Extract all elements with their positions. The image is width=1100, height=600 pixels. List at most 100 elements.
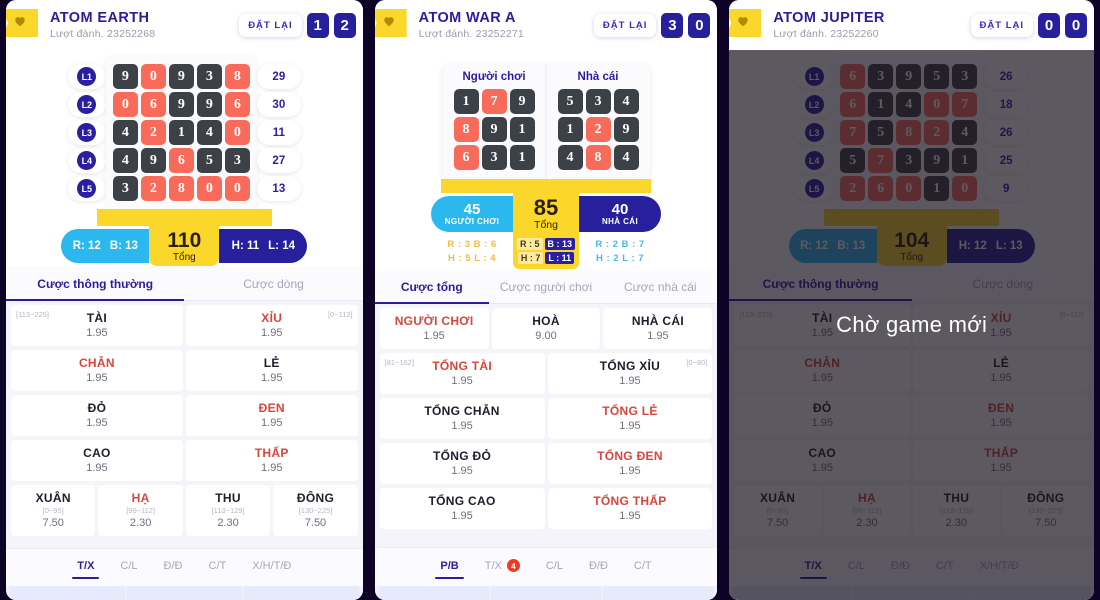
bet-option[interactable]: THU[113~129] 2.30 [185,485,271,536]
bet-option[interactable]: TỔNG CHẴN 1.95 [379,398,545,439]
tab-2[interactable]: Cược người chơi [489,269,603,303]
bet-option[interactable]: ĐEN 1.95 [185,395,358,436]
bet-odds: 1.95 [647,330,669,342]
reset-bet-button[interactable]: ĐẶT LẠI [970,13,1033,37]
grand-total-value: 110 [167,228,202,252]
bet-odds: 7.50 [304,517,327,529]
bet-name: TỔNG XỈU [599,359,661,373]
grid-cell: 7 [481,89,507,114]
bet-option[interactable]: TỔNG THẤP 1.95 [547,488,713,529]
reset-bet-button[interactable]: ĐẶT LẠI [593,13,657,37]
grid-cell: 9 [168,64,194,89]
tab-3[interactable]: Cược nhà cái [603,269,717,303]
reset-bet-button[interactable]: ĐẶT LẠI [239,13,302,37]
bet-option[interactable]: [113~225]TÀI1.95 [11,305,183,346]
bet-name: ĐEN [258,401,285,415]
tab-1[interactable]: Cược thông thường [6,266,185,301]
bet-option[interactable]: HOÀ 9.00 [491,308,601,349]
history-filter-tabs: T/X C/L Đ/Đ C/T X/H/T/Đ [6,548,363,586]
history-tab-label: Đ/Đ [163,560,183,572]
bet-option[interactable]: [81~162] TỔNG TÀI 1.95 [379,353,545,394]
grid-row: 42140 [112,120,250,145]
bet-option[interactable]: HẠ[96~112] 2.30 [98,485,183,536]
bet-option[interactable]: TỔNG LẺ 1.95 [547,398,713,439]
grid-row: 90938 [112,64,250,89]
banker-stat-line: H : 2 L : 7 [595,253,645,265]
round-id: Lượt đánh. 23252260 [773,28,879,40]
history-tab-label: Đ/Đ [588,559,608,572]
bet-option[interactable]: CAO 1.95 [11,440,183,481]
bet-option[interactable]: NGƯỜI CHƠI 1.95 [379,308,489,349]
player-grid: 179891631 [453,89,535,170]
bet-option[interactable]: LẺ 1.95 [185,350,358,391]
bet-options-table: [113~225]TÀI1.95[0~112]XỈU1.95CHẴN1.95LẺ… [6,301,363,548]
bet-row: ĐỎ 1.95 ĐEN 1.95 [11,395,358,436]
bet-name: NHÀ CÁI [631,314,684,328]
grid-cell: 4 [613,145,639,170]
grid-cell: 9 [196,92,222,117]
history-cell [378,586,489,600]
grid-cell: 9 [509,89,535,114]
player-stats: R : 3 B : 6 H : 5 L : 4 [431,235,513,269]
history-tab-4[interactable]: Đ/Đ [576,556,621,579]
history-tab-1[interactable]: P/B [427,556,471,579]
row-sum: 13 [256,176,301,201]
bet-option[interactable]: [0~80] TỔNG XỈU 1.95 [547,353,713,394]
bet-option[interactable]: CHẴN 1.95 [11,350,183,391]
bet-range: [130~225] [298,506,333,515]
bet-name: XUÂN [35,491,71,505]
tab-2[interactable]: Cược dòng [184,266,362,300]
row-label-text: L5 [77,179,97,198]
favorite-heart-flag[interactable] [6,9,38,37]
favorite-heart-flag[interactable] [729,9,762,37]
grid-cell: 1 [453,89,479,114]
history-tab-4[interactable]: C/T [196,557,240,579]
bet-odds: 1.95 [451,375,473,387]
grid-cell: 0 [112,92,138,117]
panel-header: ATOM JUPITER Lượt đánh. 23252260 ĐẶT LẠI 0 0 [729,0,1094,50]
panel-title: ATOM WAR A [418,10,516,26]
bet-range: [113~225] [16,310,50,319]
bet-option[interactable]: NHÀ CÁI 1.95 [603,308,713,349]
bet-option[interactable]: TỔNG ĐEN 1.95 [547,443,713,484]
history-tab-5[interactable]: C/T [621,556,665,579]
row-sum: 11 [256,120,301,145]
bet-option[interactable]: XUÂN[0~95] 7.50 [11,485,96,536]
header-text: ATOM EARTH Lượt đánh. 23252268 [50,10,155,40]
bet-option[interactable]: THẤP 1.95 [185,440,358,481]
history-tab-1[interactable]: T/X [64,557,107,579]
score-badge-right: 2 [333,12,356,38]
bet-name: HẠ [131,491,150,505]
history-tab-2[interactable]: C/L [107,557,150,579]
bet-option[interactable]: ĐỎ 1.95 [11,395,183,436]
banker-stat-line: R : 2 B : 7 [595,239,645,250]
tab-1[interactable]: Cược tổng [374,269,490,304]
grid-cell: 3 [196,64,222,89]
bet-range: [0~95] [42,506,64,515]
history-tab-3[interactable]: Đ/Đ [151,557,196,579]
grid-cell: 0 [224,176,250,201]
history-tab-3[interactable]: C/L [533,556,576,579]
bet-name: TỔNG ĐỎ [433,449,492,463]
bet-odds: 1.95 [619,510,641,522]
history-tab-badge: 4 [506,559,520,572]
grid-cell: 2 [140,120,166,145]
grid-cell: 0 [224,120,250,145]
heart-icon [382,14,396,33]
bet-option[interactable]: TỔNG CAO 1.95 [379,488,545,529]
bet-option[interactable]: TỔNG ĐỎ 1.95 [379,443,545,484]
bet-option[interactable]: ĐÔNG[130~225] 7.50 [273,485,358,536]
bet-name: THU [215,491,241,505]
history-tab-5[interactable]: X/H/T/Đ [239,557,304,579]
history-tab-2[interactable]: T/X 4 [472,556,533,579]
history-cell [126,586,242,600]
bet-option[interactable]: [0~112]XỈU1.95 [185,305,358,346]
grid-cell: 4 [112,120,138,145]
favorite-heart-flag[interactable] [374,9,407,37]
grid-cell: 8 [453,117,479,142]
history-cell [10,586,125,600]
grid-cell: 1 [168,120,194,145]
bet-odds: 1.95 [86,462,108,474]
bet-odds: 1.95 [451,420,473,432]
bet-odds: 1.95 [261,417,283,429]
